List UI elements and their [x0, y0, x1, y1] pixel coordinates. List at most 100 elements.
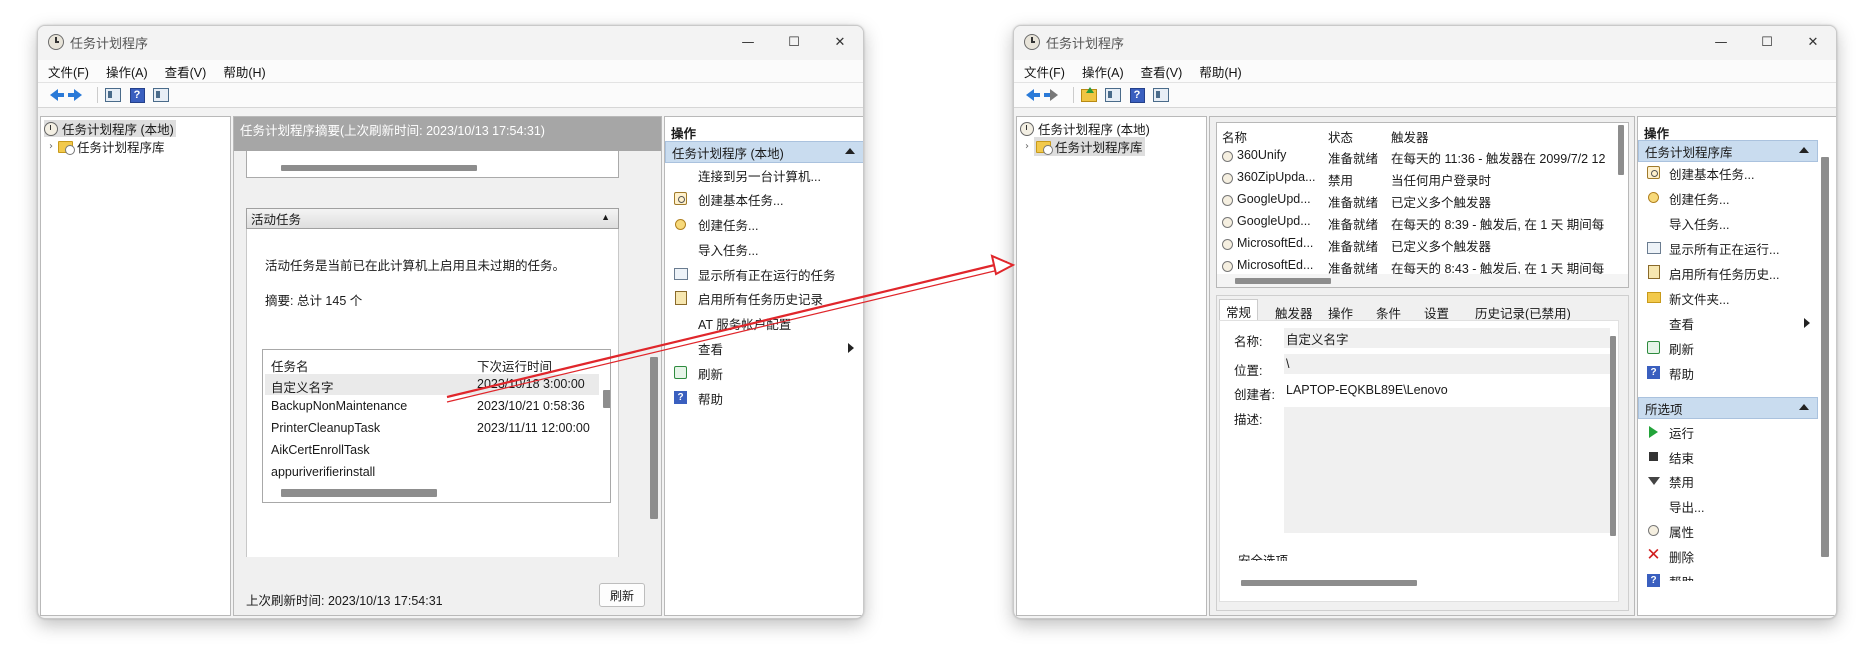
- collapse-icon[interactable]: [1799, 147, 1809, 153]
- up-folder-button[interactable]: [1079, 86, 1099, 104]
- action-properties[interactable]: 属性: [1669, 521, 1694, 541]
- collapse-icon[interactable]: [845, 148, 855, 154]
- action-create-basic-task[interactable]: 创建基本任务...: [698, 189, 783, 209]
- minimize-button[interactable]: —: [1698, 26, 1744, 58]
- action-enable-history[interactable]: 启用所有任务历史记录: [698, 288, 823, 308]
- help-button[interactable]: ?: [1127, 86, 1147, 104]
- action-refresh[interactable]: 刷新: [698, 363, 723, 383]
- selected-item-header[interactable]: 所选项: [1638, 397, 1818, 419]
- column-next-run[interactable]: 下次运行时间: [477, 356, 552, 375]
- task-row-5-name[interactable]: appuriverifierinstall: [271, 465, 375, 479]
- list-vertical-scrollbar[interactable]: [1618, 125, 1624, 175]
- tree-item-root[interactable]: 任务计划程序 (本地): [44, 120, 176, 137]
- column-status[interactable]: 状态: [1328, 127, 1353, 146]
- list-row-3-trigger[interactable]: 已定义多个触发器: [1391, 192, 1613, 211]
- action-disable[interactable]: 禁用: [1669, 471, 1694, 491]
- list-row-1-name[interactable]: 360Unify: [1237, 148, 1325, 162]
- tree-item-library[interactable]: › 任务计划程序库: [1025, 137, 1145, 156]
- list-row-5-trigger[interactable]: 已定义多个触发器: [1391, 236, 1613, 255]
- refresh-button[interactable]: 刷新: [599, 583, 645, 607]
- action-export[interactable]: 导出...: [1669, 496, 1704, 516]
- maximize-button[interactable]: ☐: [1744, 26, 1790, 58]
- action-help[interactable]: 帮助: [698, 388, 723, 408]
- minimize-button[interactable]: —: [725, 26, 771, 58]
- menu-view[interactable]: 查看(V): [1141, 62, 1183, 81]
- show-action-pane-button[interactable]: [151, 86, 171, 104]
- actions-group-header[interactable]: 任务计划程序库: [1638, 140, 1818, 162]
- list-row-6-name[interactable]: MicrosoftEd...: [1237, 258, 1325, 272]
- task-row-2-name[interactable]: BackupNonMaintenance: [271, 399, 407, 413]
- task-row-3-name[interactable]: PrinterCleanupTask: [271, 421, 380, 435]
- action-delete[interactable]: 删除: [1669, 546, 1694, 566]
- action-show-running[interactable]: 显示所有正在运行的任务: [698, 264, 836, 284]
- menu-action[interactable]: 操作(A): [1082, 62, 1124, 81]
- details-horizontal-scrollbar[interactable]: [1241, 580, 1417, 586]
- action-run[interactable]: 运行: [1669, 422, 1694, 442]
- close-button[interactable]: ✕: [817, 26, 863, 58]
- action-import-task[interactable]: 导入任务...: [698, 239, 758, 259]
- details-vertical-scrollbar[interactable]: [1610, 336, 1616, 536]
- action-help[interactable]: 帮助: [1669, 363, 1694, 383]
- action-create-task[interactable]: 创建任务...: [1669, 188, 1729, 208]
- action-view[interactable]: 查看: [698, 338, 723, 358]
- name-field[interactable]: 自定义名字: [1284, 328, 1610, 348]
- list-row-5-name[interactable]: MicrosoftEd...: [1237, 236, 1325, 250]
- action-end[interactable]: 结束: [1669, 447, 1694, 467]
- forward-button[interactable]: [68, 86, 88, 104]
- list-row-2-name[interactable]: 360ZipUpda...: [1237, 170, 1325, 184]
- chevron-right-icon[interactable]: ›: [49, 141, 53, 152]
- action-enable-history[interactable]: 启用所有任务历史...: [1669, 263, 1779, 283]
- task-row-1-time[interactable]: 2023/10/18 3:00:00: [477, 377, 585, 391]
- list-row-2-status[interactable]: 禁用: [1328, 170, 1353, 189]
- active-tasks-header[interactable]: 活动任务 ▲: [246, 208, 619, 229]
- list-row-4-status[interactable]: 准备就绪: [1328, 214, 1378, 233]
- table-vertical-scrollbar[interactable]: [603, 390, 610, 408]
- show-hide-console-button[interactable]: [1103, 86, 1123, 104]
- help-button[interactable]: ?: [127, 86, 147, 104]
- chevron-right-icon[interactable]: ›: [1025, 141, 1029, 152]
- table-horizontal-scrollbar[interactable]: [281, 489, 437, 497]
- column-name[interactable]: 名称: [1222, 127, 1247, 146]
- forward-button[interactable]: [1044, 86, 1064, 104]
- list-row-3-status[interactable]: 准备就绪: [1328, 192, 1378, 211]
- action-help-2[interactable]: 帮助: [1669, 571, 1694, 582]
- close-button[interactable]: ✕: [1790, 26, 1836, 58]
- summary-vertical-scrollbar[interactable]: [650, 357, 658, 519]
- show-hide-console-button[interactable]: [103, 86, 123, 104]
- menu-file[interactable]: 文件(F): [48, 62, 89, 81]
- tree-item-library[interactable]: › 任务计划程序库: [49, 138, 165, 155]
- list-row-2-trigger[interactable]: 当任何用户登录时: [1391, 170, 1613, 189]
- menu-view[interactable]: 查看(V): [165, 62, 207, 81]
- show-action-pane-button[interactable]: [1151, 86, 1171, 104]
- menu-action[interactable]: 操作(A): [106, 62, 148, 81]
- list-row-3-name[interactable]: GoogleUpd...: [1237, 192, 1325, 206]
- list-row-1-status[interactable]: 准备就绪: [1328, 148, 1378, 167]
- menu-file[interactable]: 文件(F): [1024, 62, 1065, 81]
- list-horizontal-scrollbar[interactable]: [1235, 278, 1331, 284]
- action-view[interactable]: 查看: [1669, 313, 1694, 333]
- actions-group-header[interactable]: 任务计划程序 (本地): [665, 141, 863, 163]
- menu-help[interactable]: 帮助(H): [1199, 62, 1241, 81]
- action-at-account[interactable]: AT 服务帐户配置: [698, 313, 791, 333]
- action-create-task[interactable]: 创建任务...: [698, 214, 758, 234]
- task-row-4-name[interactable]: AikCertEnrollTask: [271, 443, 370, 457]
- menu-help[interactable]: 帮助(H): [223, 62, 265, 81]
- list-row-4-trigger[interactable]: 在每天的 8:39 - 触发后, 在 1 天 期间每: [1391, 214, 1613, 233]
- description-field[interactable]: [1284, 407, 1610, 533]
- task-row-2-time[interactable]: 2023/10/21 0:58:36: [477, 399, 585, 413]
- list-row-5-status[interactable]: 准备就绪: [1328, 236, 1378, 255]
- back-button[interactable]: [44, 86, 64, 104]
- column-trigger[interactable]: 触发器: [1391, 127, 1429, 146]
- list-row-4-name[interactable]: GoogleUpd...: [1237, 214, 1325, 228]
- overview-scrollbar[interactable]: [281, 165, 477, 171]
- action-connect[interactable]: 连接到另一台计算机...: [698, 165, 821, 185]
- list-row-1-trigger[interactable]: 在每天的 11:36 - 触发器在 2099/7/2 12: [1391, 148, 1613, 167]
- actions-vertical-scrollbar[interactable]: [1821, 157, 1829, 557]
- collapse-icon[interactable]: [1799, 404, 1809, 410]
- task-row-1-name[interactable]: 自定义名字: [271, 377, 334, 396]
- action-import-task[interactable]: 导入任务...: [1669, 213, 1729, 233]
- action-new-folder[interactable]: 新文件夹...: [1669, 288, 1729, 308]
- collapse-icon[interactable]: ▲: [601, 212, 610, 222]
- tree-item-root[interactable]: 任务计划程序 (本地): [1020, 120, 1150, 137]
- action-show-running[interactable]: 显示所有正在运行...: [1669, 238, 1779, 258]
